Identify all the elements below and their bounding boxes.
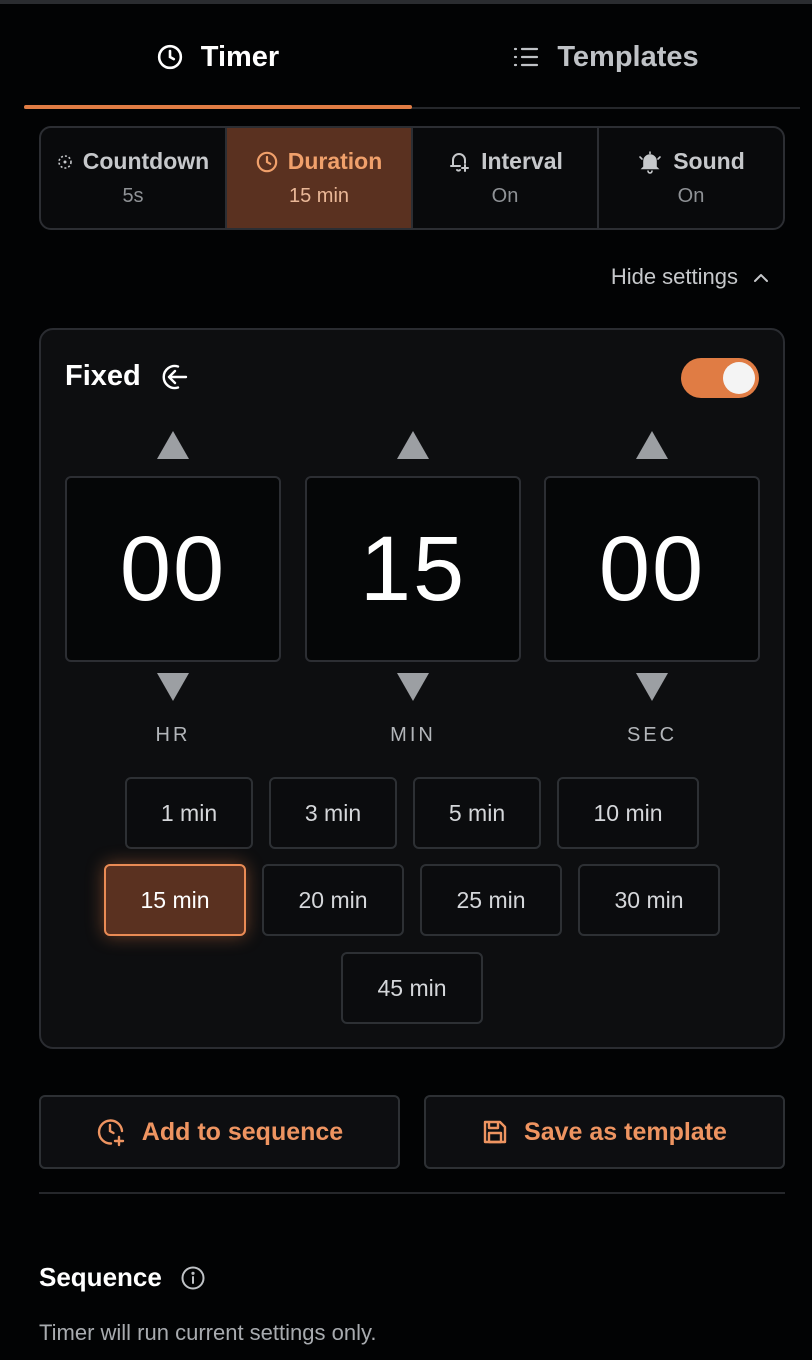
seconds-value[interactable]: 00 — [544, 476, 760, 662]
save-as-template-label: Save as template — [524, 1117, 727, 1146]
preset-10-min[interactable]: 10 min — [557, 777, 699, 849]
segment-interval[interactable]: Interval On — [413, 128, 599, 228]
mode-title: Fixed — [65, 360, 189, 393]
preset-1-min[interactable]: 1 min — [125, 777, 253, 849]
segment-sound[interactable]: Sound On — [599, 128, 783, 228]
clock-icon — [256, 151, 278, 173]
hours-value[interactable]: 00 — [65, 476, 281, 662]
toggle-knob — [723, 362, 755, 394]
preset-30-min[interactable]: 30 min — [578, 864, 720, 936]
add-to-sequence-label: Add to sequence — [141, 1117, 344, 1146]
sequence-description: Timer will run current settings only. — [39, 1320, 377, 1345]
countdown-icon — [57, 154, 73, 170]
bell-plus-icon — [447, 150, 471, 174]
segment-sound-value: On — [677, 185, 705, 207]
arrow-left-circle-icon[interactable] — [159, 362, 189, 392]
tab-timer-label: Timer — [200, 40, 280, 73]
segment-interval-value: On — [491, 185, 519, 207]
save-icon — [482, 1119, 508, 1145]
segment-sound-title: Sound — [673, 148, 745, 174]
segment-countdown[interactable]: Countdown 5s — [41, 128, 227, 228]
chevron-up-icon — [754, 273, 768, 282]
segment-duration-title: Duration — [287, 148, 383, 174]
seconds-increment-icon[interactable] — [635, 430, 669, 460]
preset-row-3: 45 min — [41, 952, 783, 1024]
fixed-toggle[interactable] — [681, 358, 759, 398]
section-divider — [39, 1192, 785, 1194]
minutes-spinner: 15 MIN — [305, 430, 521, 747]
add-to-sequence-button[interactable]: Add to sequence — [39, 1095, 400, 1169]
minutes-label: MIN — [390, 724, 436, 746]
segment-interval-title: Interval — [481, 148, 563, 174]
preset-5-min[interactable]: 5 min — [413, 777, 541, 849]
minutes-value[interactable]: 15 — [305, 476, 521, 662]
hours-spinner: 00 HR — [65, 430, 281, 747]
preset-row-2: 15 min 20 min 25 min 30 min — [41, 864, 783, 936]
minutes-decrement-icon[interactable] — [396, 672, 430, 702]
segment-duration[interactable]: Duration 15 min — [227, 128, 413, 228]
preset-25-min[interactable]: 25 min — [420, 864, 562, 936]
preset-20-min[interactable]: 20 min — [262, 864, 404, 936]
segment-countdown-value: 5s — [122, 185, 144, 207]
preset-row-1: 1 min 3 min 5 min 10 min — [41, 777, 783, 849]
hide-settings-button[interactable]: Hide settings — [611, 264, 768, 290]
segment-countdown-title: Countdown — [82, 148, 210, 174]
preset-45-min[interactable]: 45 min — [341, 952, 483, 1024]
segment-duration-value: 15 min — [288, 185, 350, 207]
tab-templates-label: Templates — [557, 40, 699, 73]
clock-plus-icon — [96, 1117, 126, 1147]
duration-card: Fixed 00 HR 15 MIN 00 SEC 1 min 3 min 5 … — [39, 328, 785, 1049]
hours-decrement-icon[interactable] — [156, 672, 190, 702]
seconds-spinner: 00 SEC — [544, 430, 760, 747]
tab-templates[interactable]: Templates — [412, 4, 800, 110]
sequence-heading: Sequence — [39, 1262, 206, 1293]
bell-ring-icon — [637, 150, 663, 174]
settings-segments: Countdown 5s Duration 15 min Interval On… — [39, 126, 785, 230]
main-tabs: Timer Templates — [24, 4, 800, 110]
seconds-decrement-icon[interactable] — [635, 672, 669, 702]
clock-icon — [157, 44, 183, 70]
hours-label: HR — [155, 724, 191, 746]
active-tab-indicator — [24, 105, 412, 109]
sequence-title: Sequence — [39, 1262, 162, 1292]
minutes-increment-icon[interactable] — [396, 430, 430, 460]
seconds-label: SEC — [626, 724, 678, 746]
preset-3-min[interactable]: 3 min — [269, 777, 397, 849]
preset-15-min[interactable]: 15 min — [104, 864, 246, 936]
list-icon — [513, 46, 539, 68]
hours-increment-icon[interactable] — [156, 430, 190, 460]
save-as-template-button[interactable]: Save as template — [424, 1095, 785, 1169]
tab-timer[interactable]: Timer — [24, 4, 412, 110]
info-icon[interactable] — [180, 1265, 206, 1291]
hide-settings-label: Hide settings — [610, 264, 738, 289]
mode-title-label: Fixed — [65, 360, 141, 392]
